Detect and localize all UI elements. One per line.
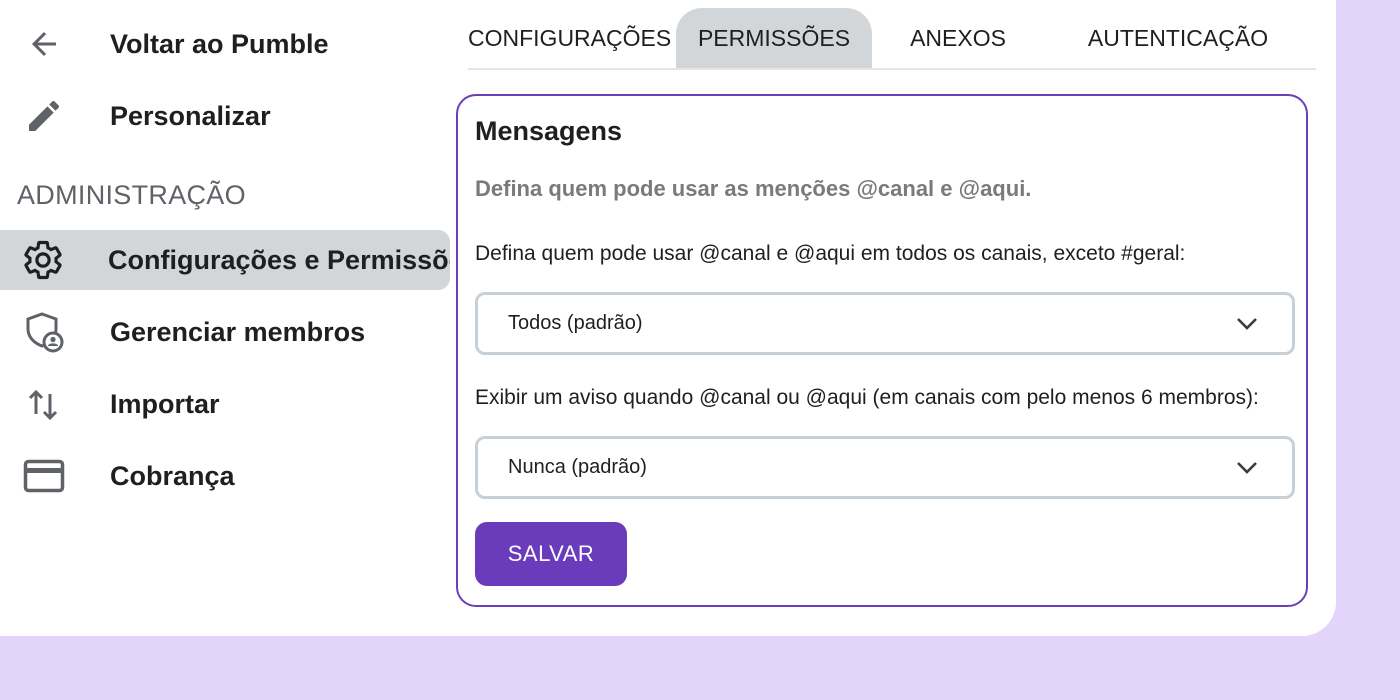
chevron-down-icon — [1237, 317, 1257, 330]
mention-warning-select[interactable]: Nunca (padrão) — [475, 436, 1295, 499]
sidebar-item-label: Gerenciar membros — [110, 316, 366, 347]
tab-configuracoes[interactable]: CONFIGURAÇÕES — [468, 8, 671, 68]
pencil-icon — [22, 94, 66, 138]
save-button[interactable]: SALVAR — [475, 522, 627, 586]
chevron-down-icon — [1237, 461, 1257, 474]
tab-anexos[interactable]: ANEXOS — [898, 8, 1018, 68]
mention-warning-label: Exibir um aviso quando @canal ou @aqui (… — [475, 386, 1259, 409]
back-to-pumble-link[interactable]: Voltar ao Pumble — [22, 22, 329, 66]
tab-permissoes[interactable]: PERMISSÕES — [676, 8, 872, 68]
back-label: Voltar ao Pumble — [110, 28, 329, 59]
sidebar-item-manage-members[interactable]: Gerenciar membros — [22, 310, 365, 354]
messages-card: Mensagens Defina quem pode usar as mençõ… — [456, 94, 1308, 607]
sidebar-item-settings-permissions[interactable]: Configurações e Permissões — [0, 230, 450, 290]
customize-link[interactable]: Personalizar — [22, 94, 271, 138]
shield-user-icon — [22, 310, 66, 354]
customize-label: Personalizar — [110, 100, 271, 131]
gear-icon — [22, 238, 64, 282]
section-label-administration: ADMINISTRAÇÃO — [17, 180, 246, 210]
tab-bar: CONFIGURAÇÕES PERMISSÕES ANEXOS AUTENTIC… — [468, 8, 1316, 70]
select-value: Nunca (padrão) — [508, 456, 647, 478]
sidebar-item-label: Configurações e Permissões — [108, 244, 450, 275]
mention-permission-select[interactable]: Todos (padrão) — [475, 292, 1295, 355]
sidebar-item-label: Importar — [110, 388, 220, 419]
select-value: Todos (padrão) — [508, 312, 643, 334]
card-title: Mensagens — [475, 116, 623, 146]
sidebar-item-label: Cobrança — [110, 460, 235, 491]
mention-permission-label: Defina quem pode usar @canal e @aqui em … — [475, 242, 1186, 265]
arrow-left-icon — [22, 22, 66, 66]
credit-card-icon — [22, 454, 66, 498]
sidebar-item-import[interactable]: Importar — [22, 382, 220, 426]
sidebar-item-billing[interactable]: Cobrança — [22, 454, 235, 498]
tab-autenticacao[interactable]: AUTENTICAÇÃO — [1078, 8, 1278, 68]
settings-panel: Voltar ao Pumble Personalizar ADMINISTRA… — [0, 0, 1336, 636]
import-arrows-icon — [22, 382, 66, 426]
card-subtitle: Defina quem pode usar as menções @canal … — [475, 176, 1032, 201]
